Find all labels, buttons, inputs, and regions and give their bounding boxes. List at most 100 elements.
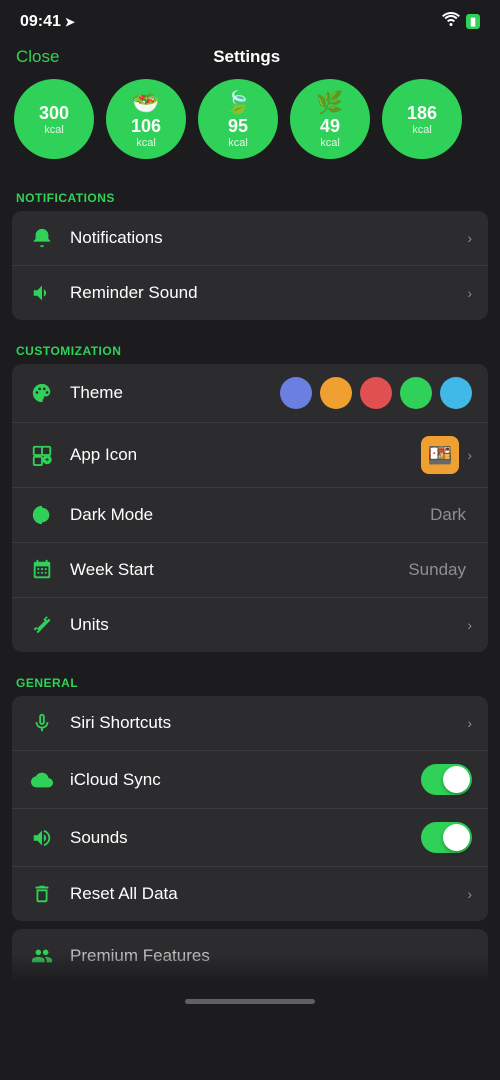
kcal-value-5: 186 [407, 103, 437, 124]
units-label: Units [70, 615, 465, 635]
row-reminder-sound[interactable]: Reminder Sound › [12, 266, 488, 320]
section-body-customization: Theme App Icon 🍱 › [12, 364, 488, 652]
section-body-notifications: Notifications › Reminder Sound › [12, 211, 488, 320]
row-dark-mode[interactable]: Dark Mode Dark [12, 488, 488, 543]
calendar-icon [28, 556, 56, 584]
row-app-icon[interactable]: App Icon 🍱 › [12, 423, 488, 488]
section-customization: CUSTOMIZATION Theme [0, 328, 500, 652]
kcal-label-5: kcal [412, 124, 432, 136]
kcal-value-2: 106 [131, 116, 161, 137]
notifications-label: Notifications [70, 228, 465, 248]
food-icon-2: 🥗 [132, 90, 159, 116]
week-start-label: Week Start [70, 560, 408, 580]
food-circle-1[interactable]: 300 kcal [14, 79, 94, 159]
mic-icon [28, 709, 56, 737]
kcal-value-3: 95 [228, 116, 248, 137]
row-units[interactable]: Units › [12, 598, 488, 652]
reminder-sound-chevron: › [467, 285, 472, 301]
close-button[interactable]: Close [16, 47, 59, 67]
section-header-notifications: NOTIFICATIONS [0, 175, 500, 211]
kcal-label-2: kcal [136, 137, 156, 149]
siri-chevron: › [467, 715, 472, 731]
row-premium[interactable]: Premium Features [12, 929, 488, 983]
ruler-icon [28, 611, 56, 639]
kcal-value-4: 49 [320, 116, 340, 137]
app-icon-right: 🍱 › [421, 436, 472, 474]
theme-colors [280, 377, 472, 409]
section-premium-partial: Premium Features [0, 929, 500, 983]
row-week-start[interactable]: Week Start Sunday [12, 543, 488, 598]
food-circle-3[interactable]: 🍃 95 kcal [198, 79, 278, 159]
food-circles-row: 300 kcal 🥗 106 kcal 🍃 95 kcal 🌿 49 kcal … [0, 79, 500, 175]
bottom-bar [0, 991, 500, 1012]
theme-color-orange[interactable] [320, 377, 352, 409]
section-notifications: NOTIFICATIONS Notifications › Reminder S… [0, 175, 500, 320]
kcal-label-3: kcal [228, 137, 248, 149]
dark-mode-value: Dark [430, 505, 466, 525]
food-circle-2[interactable]: 🥗 106 kcal [106, 79, 186, 159]
section-body-general: Siri Shortcuts › iCloud Sync [12, 696, 488, 921]
status-time: 09:41 ➤ [20, 13, 75, 31]
speaker2-icon [28, 824, 56, 852]
section-header-customization: CUSTOMIZATION [0, 328, 500, 364]
sounds-right [421, 822, 472, 853]
row-sounds[interactable]: Sounds [12, 809, 488, 867]
week-start-value: Sunday [408, 560, 466, 580]
wifi-icon [442, 12, 460, 31]
row-theme[interactable]: Theme [12, 364, 488, 423]
app-icon-label: App Icon [70, 445, 421, 465]
app-icon-chevron: › [467, 447, 472, 463]
food-icon-4: 🌿 [316, 90, 343, 116]
bell-icon [28, 224, 56, 252]
row-icloud[interactable]: iCloud Sync [12, 751, 488, 809]
nav-bar: Close Settings [0, 39, 500, 79]
theme-color-cyan[interactable] [440, 377, 472, 409]
kcal-value-1: 300 [39, 103, 69, 124]
units-chevron: › [467, 617, 472, 633]
food-circle-4[interactable]: 🌿 49 kcal [290, 79, 370, 159]
premium-label: Premium Features [70, 946, 210, 966]
siri-label: Siri Shortcuts [70, 713, 465, 733]
row-siri[interactable]: Siri Shortcuts › [12, 696, 488, 751]
notifications-chevron: › [467, 230, 472, 246]
speaker-icon [28, 279, 56, 307]
status-icons: ▮ [442, 12, 480, 31]
reminder-sound-label: Reminder Sound [70, 283, 465, 303]
palette-icon [28, 379, 56, 407]
app-icon-preview: 🍱 [421, 436, 459, 474]
notifications-right: › [465, 230, 472, 246]
dark-mode-label: Dark Mode [70, 505, 430, 525]
cloud-icon [28, 766, 56, 794]
units-right: › [465, 617, 472, 633]
halfcircle-icon [28, 501, 56, 529]
reset-chevron: › [467, 886, 472, 902]
app-icon-emoji: 🍱 [428, 443, 453, 468]
theme-color-blue[interactable] [280, 377, 312, 409]
section-header-general: GENERAL [0, 660, 500, 696]
trash-icon [28, 880, 56, 908]
theme-color-green[interactable] [400, 377, 432, 409]
row-reset[interactable]: Reset All Data › [12, 867, 488, 921]
reset-label: Reset All Data [70, 884, 465, 904]
reset-right: › [465, 886, 472, 902]
theme-color-red[interactable] [360, 377, 392, 409]
kcal-label-1: kcal [44, 124, 64, 136]
appicon-icon [28, 441, 56, 469]
food-circle-5[interactable]: 186 kcal [382, 79, 462, 159]
siri-right: › [465, 715, 472, 731]
reminder-sound-right: › [465, 285, 472, 301]
row-notifications[interactable]: Notifications › [12, 211, 488, 266]
status-bar: 09:41 ➤ ▮ [0, 0, 500, 39]
page-title: Settings [213, 47, 280, 67]
premium-icon [28, 942, 56, 970]
sounds-toggle[interactable] [421, 822, 472, 853]
icloud-right [421, 764, 472, 795]
icloud-toggle[interactable] [421, 764, 472, 795]
week-start-right: Sunday [408, 560, 472, 580]
battery-icon: ▮ [466, 14, 480, 29]
food-icon-3: 🍃 [224, 90, 251, 116]
theme-label: Theme [70, 383, 280, 403]
location-icon: ➤ [65, 15, 75, 29]
icloud-label: iCloud Sync [70, 770, 421, 790]
sounds-label: Sounds [70, 828, 421, 848]
